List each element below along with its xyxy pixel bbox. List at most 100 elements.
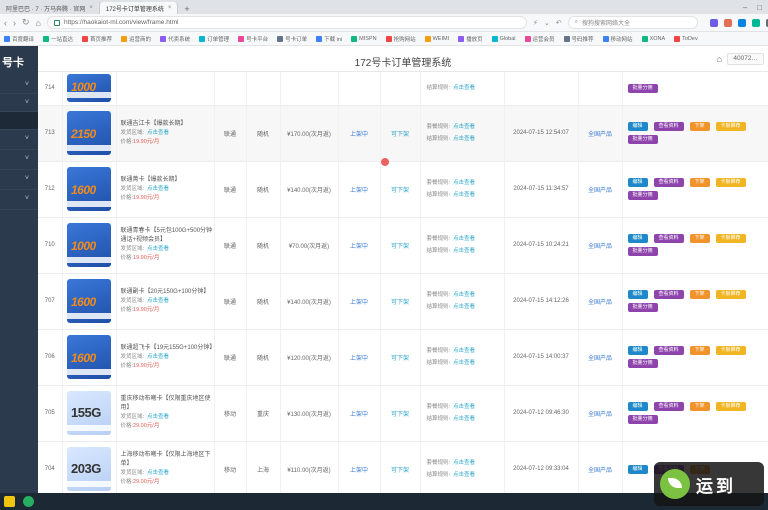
url-input[interactable]: https://haokaiot-ml.com/view/frame.html — [46, 16, 527, 29]
folder-icon[interactable] — [4, 496, 15, 507]
back-icon[interactable]: ‹ — [4, 18, 7, 28]
shelf-status[interactable]: 上架中 — [350, 132, 368, 138]
op-button[interactable]: 下架 — [689, 122, 710, 131]
bookmark-item[interactable]: XONA — [641, 35, 665, 42]
product-thumbnail[interactable]: 203G — [67, 447, 111, 491]
user-id[interactable]: 40072… — [727, 53, 764, 65]
ship-area-link[interactable]: 点击查看 — [147, 186, 169, 192]
settlement-rules-link[interactable]: 点击查看 — [453, 472, 475, 478]
bookmark-item[interactable]: 代卖系统 — [160, 35, 190, 43]
close-tab-icon[interactable]: × — [168, 5, 172, 11]
op-button[interactable]: 下架 — [689, 346, 710, 355]
product-thumbnail[interactable]: 155G — [67, 391, 111, 435]
undo-icon[interactable]: ↶ — [556, 19, 562, 27]
settlement-rules-link[interactable]: 点击查看 — [453, 85, 475, 91]
package-rules-link[interactable]: 点击查看 — [453, 292, 475, 298]
op-button[interactable]: 查看资料 — [653, 122, 684, 131]
home-nav-icon[interactable]: ⌂ — [36, 18, 41, 28]
bookmark-item[interactable]: 号卡平台 — [238, 35, 268, 43]
bookmark-item[interactable]: 运营会员 — [524, 35, 555, 43]
unlist-link[interactable]: 可下架 — [391, 356, 409, 362]
new-tab-button[interactable]: + — [178, 4, 195, 14]
sidebar-item[interactable]: ˅ — [0, 76, 38, 94]
sidebar-item[interactable]: ˅ — [0, 190, 38, 210]
unlist-link[interactable]: 可下架 — [391, 244, 409, 250]
bookmark-item[interactable]: WEIMI — [424, 35, 449, 42]
package-rules-link[interactable]: 点击查看 — [453, 348, 475, 354]
product-thumbnail[interactable]: 1600 — [67, 167, 111, 211]
unlist-link[interactable]: 可下架 — [391, 300, 409, 306]
product-thumbnail[interactable]: 1600 — [67, 279, 111, 323]
product-thumbnail[interactable]: 2150 — [67, 111, 111, 155]
op-button[interactable]: 批量分佣 — [627, 247, 658, 256]
bookmark-item[interactable]: 首页推荐 — [82, 35, 112, 43]
settlement-rules-link[interactable]: 点击查看 — [453, 304, 475, 310]
bookmark-item[interactable]: 下载 ini — [316, 35, 342, 43]
op-button[interactable]: 查看资料 — [653, 346, 684, 355]
op-button[interactable]: 编辑 — [627, 290, 648, 299]
unlist-link[interactable]: 可下架 — [391, 468, 409, 474]
op-button[interactable]: 编辑 — [627, 402, 648, 411]
op-button[interactable]: 下架 — [689, 178, 710, 187]
package-rules-link[interactable]: 点击查看 — [453, 404, 475, 410]
op-button[interactable]: 查看资料 — [653, 234, 684, 243]
extension-icon[interactable] — [751, 18, 760, 27]
package-rules-link[interactable]: 点击查看 — [453, 180, 475, 186]
settlement-rules-link[interactable]: 点击查看 — [453, 192, 475, 198]
product-thumbnail[interactable]: 1000 — [67, 223, 111, 267]
package-rules-link[interactable]: 点击查看 — [453, 236, 475, 242]
search-input[interactable]: ⌕ 搜狗搜索网络大全 — [567, 16, 698, 29]
bookmark-item[interactable]: 一站直达 — [43, 35, 73, 43]
extension-icon[interactable] — [737, 18, 746, 27]
ship-area-link[interactable]: 点击查看 — [147, 298, 169, 304]
op-button[interactable]: 查看资料 — [653, 178, 684, 187]
minimize-icon[interactable]: – — [743, 3, 747, 12]
settlement-rules-link[interactable]: 点击查看 — [453, 360, 475, 366]
bookmark-item[interactable]: MISPN — [351, 35, 377, 42]
settlement-rules-link[interactable]: 点击查看 — [453, 136, 475, 142]
bookmark-item[interactable]: 号码推荐 — [563, 35, 594, 43]
op-button[interactable]: 批量分佣 — [627, 359, 658, 368]
shelf-status[interactable]: 上架中 — [350, 244, 368, 250]
maximize-icon[interactable]: □ — [757, 3, 762, 12]
bookmark-item[interactable]: ToDev — [674, 35, 698, 42]
browser-icon[interactable] — [23, 496, 34, 507]
op-button[interactable]: 卡板推荐 — [715, 346, 746, 355]
dropdown-icon[interactable]: ⌄ — [544, 19, 550, 27]
product-thumbnail[interactable]: 1000 — [67, 74, 111, 103]
op-button[interactable]: 编辑 — [627, 122, 648, 131]
op-button[interactable]: 批量分佣 — [627, 83, 658, 93]
op-button[interactable]: 下架 — [689, 402, 710, 411]
settlement-rules-link[interactable]: 点击查看 — [453, 248, 475, 254]
sidebar-item[interactable] — [0, 112, 38, 130]
forward-icon[interactable]: › — [13, 18, 16, 28]
extension-icon[interactable] — [723, 18, 732, 27]
product-thumbnail[interactable]: 1600 — [67, 335, 111, 379]
ship-area-link[interactable]: 点击查看 — [147, 414, 169, 420]
shelf-status[interactable]: 上架中 — [350, 300, 368, 306]
op-button[interactable]: 编辑 — [627, 346, 648, 355]
browser-tab[interactable]: 阿里巴巴 · 7 · 万马奔腾 · 官网 × — [0, 2, 100, 14]
op-button[interactable]: 卡板推荐 — [715, 234, 746, 243]
ship-area-link[interactable]: 点击查看 — [147, 470, 169, 476]
op-button[interactable]: 编辑 — [627, 464, 648, 474]
close-tab-icon[interactable]: × — [89, 5, 93, 11]
op-button[interactable]: 卡板推荐 — [715, 290, 746, 299]
refresh-icon[interactable]: ↻ — [22, 17, 30, 28]
op-button[interactable]: 卡板推荐 — [715, 122, 746, 131]
op-button[interactable]: 卡板推荐 — [715, 402, 746, 411]
op-button[interactable]: 批量分佣 — [627, 303, 658, 312]
unlist-link[interactable]: 可下架 — [391, 132, 409, 138]
shelf-status[interactable]: 上架中 — [350, 412, 368, 418]
ship-area-link[interactable]: 点击查看 — [147, 354, 169, 360]
browser-tab[interactable]: 172号卡订单管理系统 × — [99, 2, 179, 14]
op-button[interactable]: 编辑 — [627, 234, 648, 243]
ship-area-link[interactable]: 点击查看 — [147, 130, 169, 136]
op-button[interactable]: 下架 — [689, 290, 710, 299]
sidebar-item[interactable]: ˅ — [0, 170, 38, 190]
op-button[interactable]: 批量分佣 — [627, 135, 658, 144]
bookmark-item[interactable]: 号卡订单 — [277, 35, 307, 43]
shelf-status[interactable]: 上架中 — [350, 188, 368, 194]
op-button[interactable]: 编辑 — [627, 178, 648, 187]
op-button[interactable]: 卡板推荐 — [715, 178, 746, 187]
